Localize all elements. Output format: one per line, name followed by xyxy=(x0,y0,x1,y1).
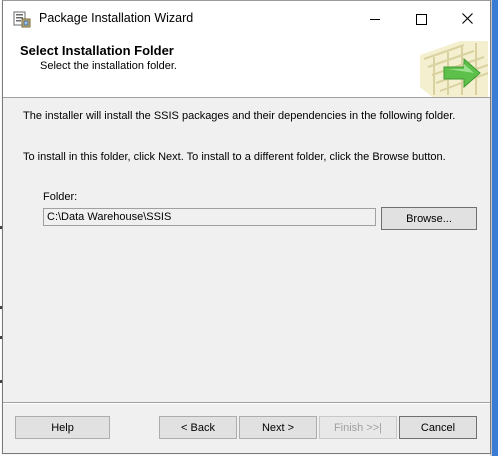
folder-path-field[interactable]: C:\Data Warehouse\SSIS xyxy=(43,208,376,226)
maximize-button[interactable] xyxy=(398,1,444,37)
folder-label: Folder: xyxy=(43,191,78,203)
footer-divider-highlight xyxy=(3,403,490,404)
install-description: The installer will install the SSIS pack… xyxy=(23,110,456,122)
wizard-header: Select Installation Folder Select the in… xyxy=(3,37,490,98)
wizard-window: Package Installation Wizard Select Insta… xyxy=(2,0,491,454)
wizard-content: The installer will install the SSIS pack… xyxy=(3,98,490,398)
finish-button[interactable]: Finish >>| xyxy=(319,416,397,439)
page-title: Select Installation Folder xyxy=(20,43,174,58)
help-button[interactable]: Help xyxy=(15,416,110,439)
maximize-icon xyxy=(415,13,427,25)
next-button[interactable]: Next > xyxy=(239,416,317,439)
cancel-button[interactable]: Cancel xyxy=(399,416,477,439)
close-icon xyxy=(461,11,473,27)
minimize-icon xyxy=(370,18,380,20)
minimize-button[interactable] xyxy=(352,1,398,37)
page-subtitle: Select the installation folder. xyxy=(40,60,177,72)
close-button[interactable] xyxy=(444,1,490,37)
package-installer-icon xyxy=(13,10,31,28)
title-bar[interactable]: Package Installation Wizard xyxy=(3,1,490,37)
window-title: Package Installation Wizard xyxy=(39,11,194,25)
wizard-banner-icon xyxy=(414,37,489,97)
browse-button[interactable]: Browse... xyxy=(381,207,477,230)
back-button[interactable]: < Back xyxy=(159,416,237,439)
install-instructions: To install in this folder, click Next. T… xyxy=(23,151,446,163)
desktop-edge xyxy=(490,0,498,456)
